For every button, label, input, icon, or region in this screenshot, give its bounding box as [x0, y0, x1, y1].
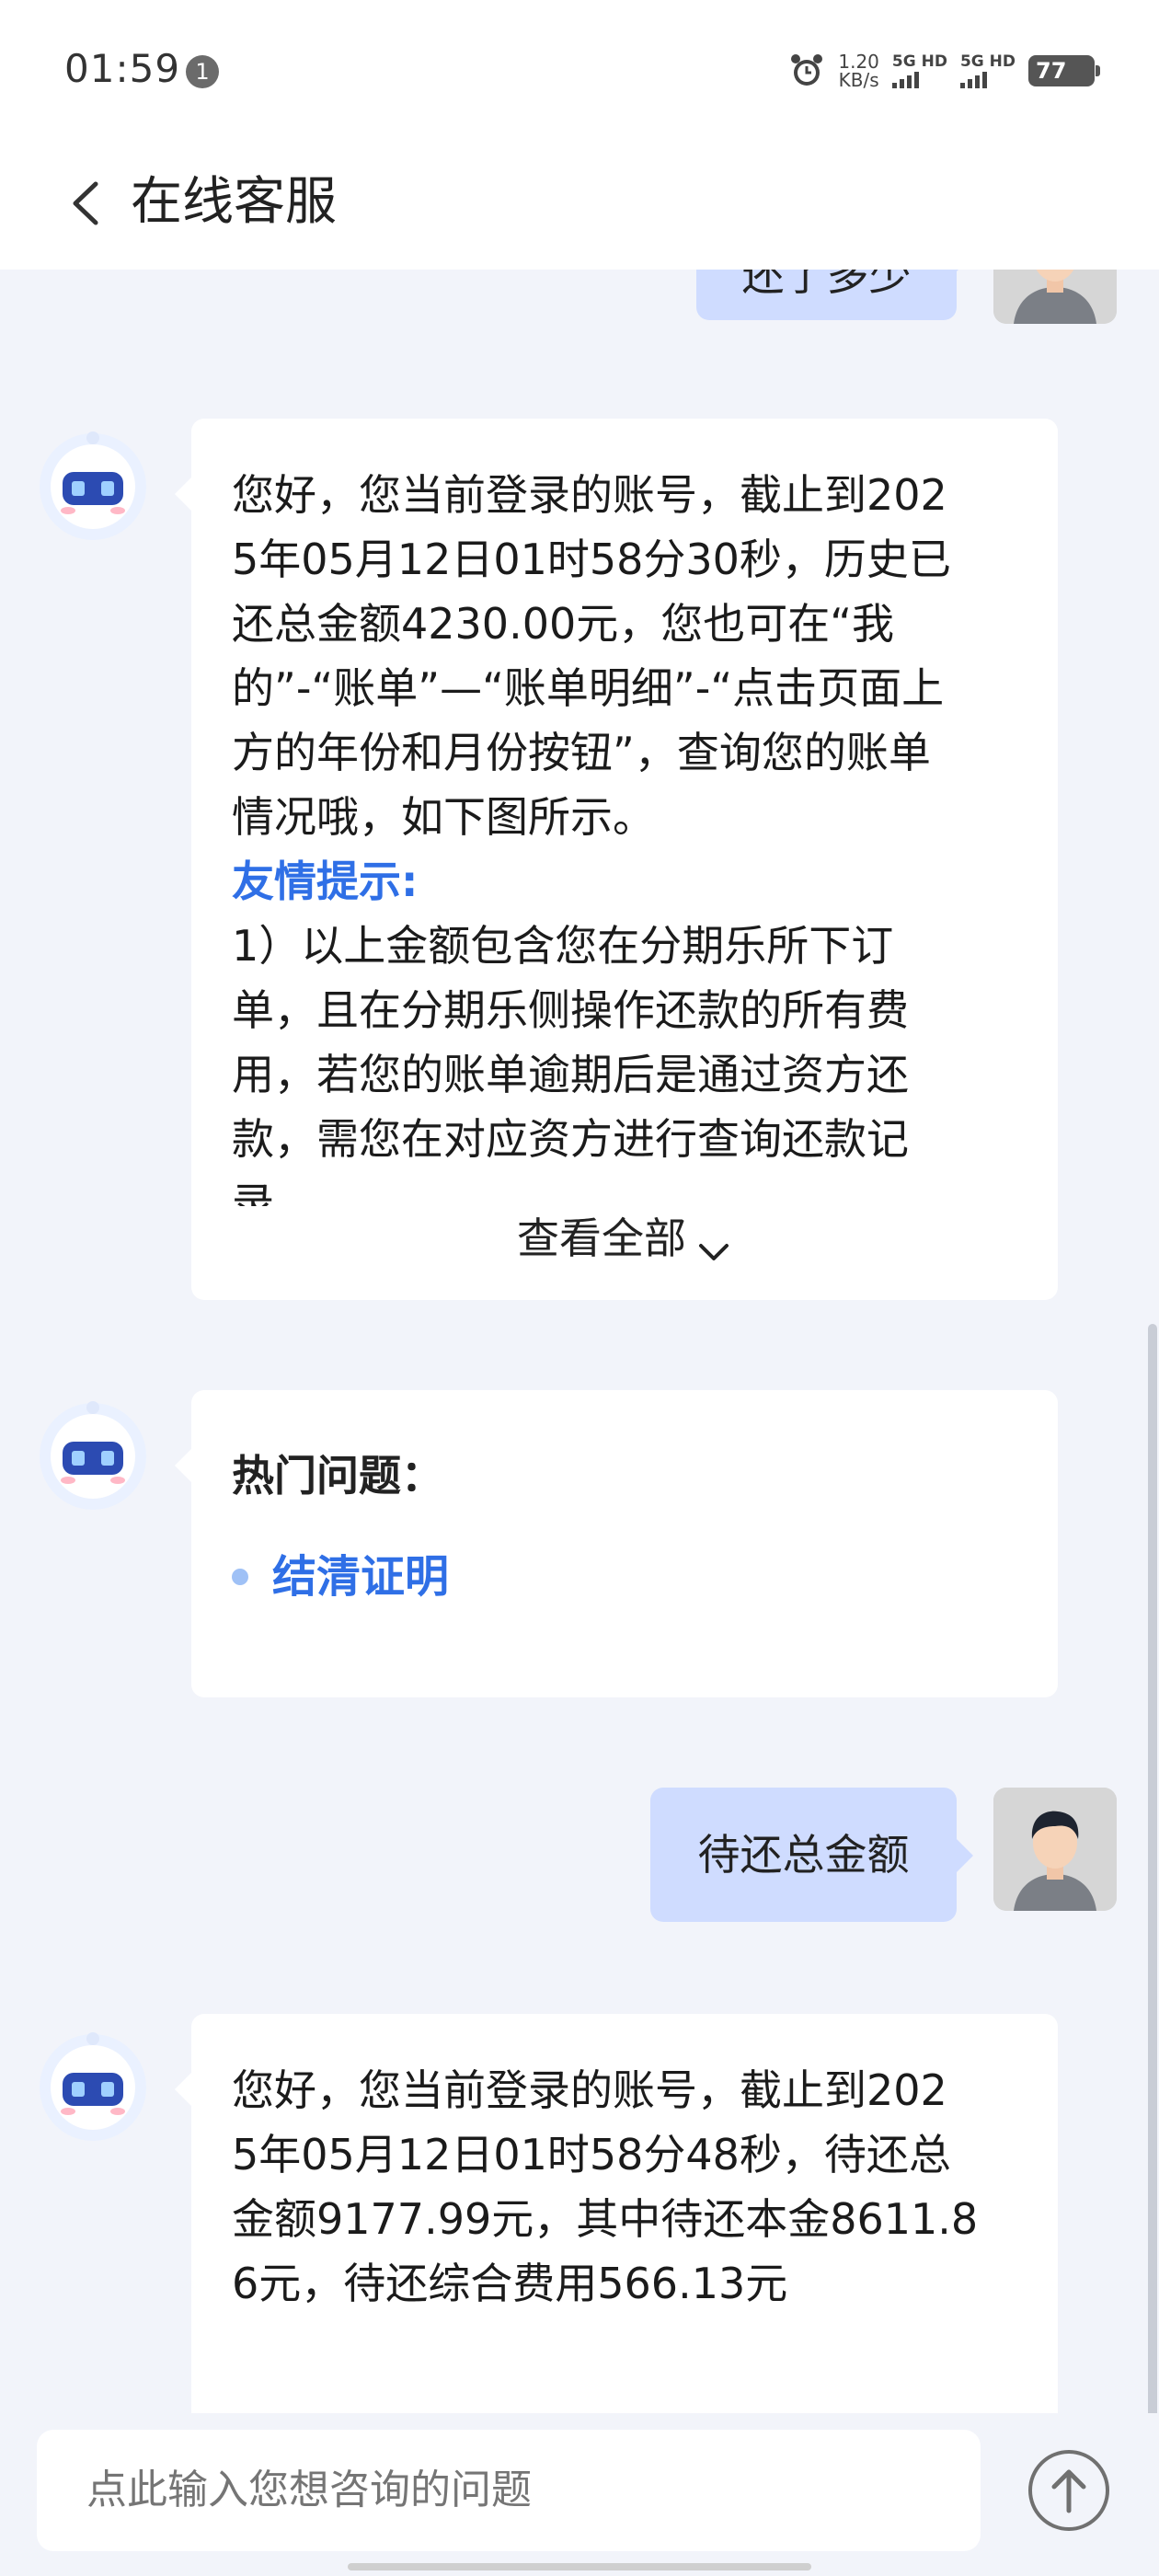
- message-line: 单，且在分期乐侧操作还款的所有费: [232, 985, 909, 1035]
- message-line: 您好，您当前登录的账号，截止到202: [232, 470, 947, 520]
- hot-questions-title: 热门问题：: [232, 1451, 443, 1501]
- battery-indicator: 77: [1028, 55, 1100, 86]
- arrow-up-icon: [1051, 2469, 1086, 2513]
- bot-message-bubble: 您好，您当前登录的账号，截止到202 5年05月12日01时58分30秒，历史已…: [175, 419, 1058, 1300]
- hot-questions-card: 热门问题： 结清证明: [175, 1390, 1058, 1697]
- hot-question-link[interactable]: 结清证明: [272, 1545, 449, 1609]
- user-avatar-icon: [993, 270, 1117, 324]
- signal-sim1: 5G HD: [891, 52, 947, 88]
- bullet-dot: [232, 1569, 248, 1585]
- scrollbar[interactable]: [1148, 1324, 1157, 2413]
- message-line: 情况哦，如下图所示。: [232, 792, 655, 842]
- message-line: 方的年份和月份按钮”，查询您的账单: [232, 728, 931, 777]
- bot-avatar: [35, 1396, 151, 1512]
- input-bar: [0, 2413, 1159, 2576]
- bot-avatar: [35, 2027, 151, 2143]
- status-bar: 01:59 1 1.20 KB/s 5G HD 5G HD 77: [0, 0, 1159, 138]
- robot-avatar-icon: [40, 1401, 146, 1510]
- bot-message-content: 您好，您当前登录的账号，截止到202 5年05月12日01时58分30秒，历史已…: [232, 463, 1017, 1206]
- send-button[interactable]: [1028, 2450, 1109, 2531]
- net-speed-unit: KB/s: [838, 69, 879, 91]
- user-avatar-icon: [993, 1788, 1117, 1911]
- network-speed: 1.20 KB/s: [838, 52, 879, 89]
- signal-bars-icon: [959, 70, 987, 88]
- notification-badge: 1: [186, 55, 219, 88]
- bot-message-bubble: 您好，您当前登录的账号，截止到202 5年05月12日01时58分48秒，待还总…: [175, 2014, 1058, 2413]
- back-button[interactable]: [63, 171, 118, 236]
- user-message-bubble: 待还总金额: [650, 1788, 973, 1922]
- header-bar: 在线客服: [0, 138, 1159, 270]
- signal-sim2-label: 5G HD: [959, 52, 1016, 71]
- message-line: 用，若您的账单逾期后是通过资方还: [232, 1050, 909, 1099]
- signal-sim2: 5G HD: [959, 52, 1016, 88]
- home-indicator[interactable]: [348, 2563, 811, 2570]
- message-line: 1）以上金额包含您在分期乐所下订: [232, 921, 894, 971]
- user-message-text: 还了多少: [741, 270, 912, 300]
- alarm-icon: [788, 52, 825, 89]
- chat-area[interactable]: 还了多少 您好，您当前登录的账号，截止到202 5年05月12日01时58分30…: [0, 270, 1159, 2413]
- tip-heading: 友情提示:: [232, 857, 419, 906]
- chevron-down-icon: [695, 1224, 732, 1260]
- message-line: 款，需您在对应资方进行查询还款记: [232, 1114, 909, 1164]
- user-message-text: 待还总金额: [697, 1830, 910, 1880]
- status-time: 01:59: [64, 46, 181, 91]
- robot-avatar-icon: [40, 2032, 146, 2141]
- message-line: 6元，待还综合费用566.13元: [232, 2259, 788, 2308]
- user-message-bubble: 还了多少: [696, 270, 973, 320]
- message-line: 金额9177.99元，其中待还本金8611.8: [232, 2194, 979, 2244]
- message-line: 还总金额4230.00元，您也可在“我: [232, 599, 895, 649]
- hot-question-item[interactable]: 结清证明: [232, 1545, 1017, 1609]
- view-all-label: 查看全部: [517, 1213, 686, 1263]
- signal-sim1-label: 5G HD: [891, 52, 947, 71]
- question-input[interactable]: [37, 2430, 981, 2551]
- chevron-left-icon: [73, 181, 98, 225]
- bot-avatar: [35, 426, 151, 542]
- message-line: 5年05月12日01时58分48秒，待还总: [232, 2130, 951, 2179]
- view-all-button[interactable]: 查看全部: [232, 1206, 1017, 1271]
- robot-avatar-icon: [40, 431, 146, 540]
- net-speed-value: 1.20: [838, 51, 879, 73]
- message-line: 您好，您当前登录的账号，截止到202: [232, 2065, 947, 2115]
- user-avatar: [993, 270, 1117, 324]
- page-title: 在线客服: [131, 172, 337, 232]
- status-indicators: 1.20 KB/s 5G HD 5G HD 77: [788, 48, 1100, 94]
- message-line: 的”-“账单”—“账单明细”-“点击页面上: [232, 663, 945, 713]
- user-avatar: [993, 1788, 1117, 1911]
- message-line: 录: [232, 1179, 274, 1206]
- signal-bars-icon: [891, 70, 919, 88]
- message-line: 5年05月12日01时58分30秒，历史已: [232, 535, 951, 584]
